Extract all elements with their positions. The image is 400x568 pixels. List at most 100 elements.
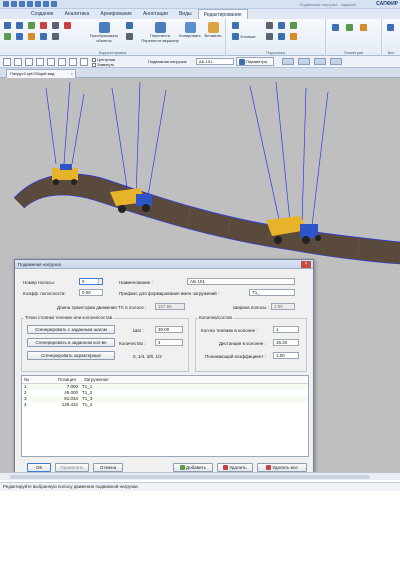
delete-all-icon (266, 465, 272, 470)
new-file-icon[interactable] (11, 1, 17, 7)
generate-characteristic-button[interactable]: Сгенерировать характерные (27, 351, 115, 360)
save-icon[interactable] (27, 1, 33, 7)
ribbon-group-label: Корректировка (98, 50, 127, 55)
app-menu-icon[interactable] (3, 1, 9, 7)
ribbon-group-underlay: Угловые Подложка (226, 19, 326, 56)
spin-icon[interactable] (98, 279, 102, 284)
tab-annotations[interactable]: Аннотации (138, 9, 173, 19)
carts-input[interactable]: 1 (273, 326, 299, 333)
pick-icon[interactable] (80, 58, 88, 66)
hide-tool-icon[interactable] (266, 33, 273, 40)
column-header-loading[interactable]: Загружение (82, 376, 142, 383)
tab-editing[interactable]: Редактирование (197, 9, 248, 19)
include-tool-icon[interactable] (387, 24, 394, 31)
grid-tool-icon[interactable] (232, 22, 239, 29)
layers-tool-icon[interactable] (290, 22, 297, 29)
column-header-number[interactable]: № (22, 376, 56, 383)
snap-tool-icon[interactable] (278, 22, 285, 29)
delete-tool-icon[interactable] (64, 22, 71, 29)
tab-analytics[interactable]: Аналитика (60, 9, 95, 19)
paste-button[interactable]: Вставить (202, 22, 224, 39)
ribbon-group-label: Подложка (266, 50, 285, 55)
copy-button[interactable]: Копировать (178, 22, 202, 39)
offset-tool-icon[interactable] (40, 33, 47, 40)
generate-count-button[interactable]: Сгенерировать в заданном кол-ве (27, 338, 115, 347)
add-button[interactable]: Добавить (173, 463, 213, 472)
show-tool-icon[interactable] (278, 33, 285, 40)
copy-icon (184, 22, 196, 33)
table-row[interactable]: 4 129.432 T1_4 (22, 402, 308, 408)
move-vertex-button[interactable]: Перенести Перенести вершину (140, 22, 180, 43)
edit-vertex-icon[interactable] (69, 58, 77, 66)
prefix-label: Префикс для формирования имен загружений… (119, 291, 220, 296)
distance-input[interactable]: 16.20 (273, 339, 299, 346)
document-tab[interactable]: Пандус2.spf:Общий вид × (6, 69, 76, 78)
scrollbar-thumb[interactable] (10, 475, 370, 479)
load-select[interactable]: АБ-151 (196, 58, 234, 65)
geometry-tool-icon[interactable] (332, 24, 339, 31)
draw-tools (3, 58, 88, 66)
redo-icon[interactable] (43, 1, 49, 7)
delete-all-button[interactable]: Удалить все (257, 463, 307, 472)
vertex-icon[interactable] (58, 58, 66, 66)
close-checkbox[interactable]: Замкнуть (92, 62, 114, 67)
transform-objects-button[interactable]: Преобразовать объекты (84, 22, 124, 43)
rotate-tool-icon[interactable] (126, 22, 133, 29)
check-tool-icon[interactable] (4, 33, 11, 40)
prefix-input[interactable]: T1_ (249, 289, 295, 296)
column-fieldset-title: Колонна/состав (198, 315, 233, 320)
dialog-close-icon[interactable]: × (301, 261, 311, 268)
cancel-button[interactable]: Отмена (93, 463, 123, 472)
surface-tool-icon[interactable] (346, 24, 353, 31)
strip-width-value: 1.90 (271, 303, 295, 310)
arc-icon[interactable] (14, 58, 22, 66)
align-tool-icon[interactable] (266, 22, 273, 29)
close-tab-icon[interactable]: × (71, 70, 73, 78)
split-tool-icon[interactable] (52, 22, 59, 29)
circle-icon[interactable] (47, 58, 55, 66)
join-tool-icon[interactable] (16, 33, 23, 40)
generate-step-button[interactable]: Сгенерировать с заданным шагом (27, 325, 115, 334)
moving-load-dialog: Подвижная нагрузка × Номер полосы: 0 Коэ… (14, 259, 314, 475)
strip-number-label: Номер полосы: (23, 280, 55, 285)
strip-number-input[interactable]: 0 (79, 278, 103, 285)
arc-tool-icon[interactable] (16, 22, 23, 29)
parameters-button[interactable]: Параметры (236, 57, 274, 66)
line-tool-icon[interactable] (4, 22, 11, 29)
positions-table[interactable]: № Позиция Загружение 1 7.000 T1_1 2 45.0… (21, 375, 309, 457)
measure-tool-icon[interactable] (28, 33, 35, 40)
carts-label: Кол-во тележек в колонне : (201, 328, 258, 333)
delete-button[interactable]: Удалить (217, 463, 253, 472)
step-input[interactable]: 30.00 (155, 326, 183, 333)
view-mode-4-icon[interactable] (330, 58, 342, 65)
trim-tool-icon[interactable] (40, 22, 47, 29)
horizontal-scrollbar[interactable] (0, 472, 400, 480)
spline-icon[interactable] (25, 58, 33, 66)
transform-icon (98, 22, 110, 33)
lock-tool-icon[interactable] (290, 33, 297, 40)
tab-reinforcement[interactable]: Армирование (95, 9, 137, 19)
ok-button[interactable]: ОК (27, 463, 51, 472)
view-mode-3-icon[interactable] (314, 58, 326, 65)
apply-button[interactable]: Применить (55, 463, 89, 472)
cut-tool-icon[interactable] (52, 33, 59, 40)
count-input[interactable]: 4 (155, 339, 183, 346)
tab-views[interactable]: Виды (174, 9, 197, 19)
rectangle-icon[interactable] (36, 58, 44, 66)
print-icon[interactable] (51, 1, 57, 7)
mirror-tool-icon[interactable] (126, 33, 133, 40)
open-file-icon[interactable] (19, 1, 25, 7)
tab-create[interactable]: Создание (26, 9, 59, 19)
name-input[interactable]: АБ-151 (187, 278, 295, 285)
reliability-input[interactable]: 0.00 (79, 289, 103, 296)
trajectory-label: Длина траектории движения ТС в полосе : (57, 305, 147, 310)
extend-tool-icon[interactable] (28, 22, 35, 29)
volume-tool-icon[interactable] (360, 24, 367, 31)
factor-input[interactable]: 1.00 (273, 352, 299, 359)
angles-button[interactable]: Угловые (232, 33, 256, 40)
polyline-icon[interactable] (3, 58, 11, 66)
view-mode-2-icon[interactable] (298, 58, 310, 65)
undo-icon[interactable] (35, 1, 41, 7)
view-mode-1-icon[interactable] (282, 58, 294, 65)
column-header-position[interactable]: Позиция (56, 376, 82, 383)
